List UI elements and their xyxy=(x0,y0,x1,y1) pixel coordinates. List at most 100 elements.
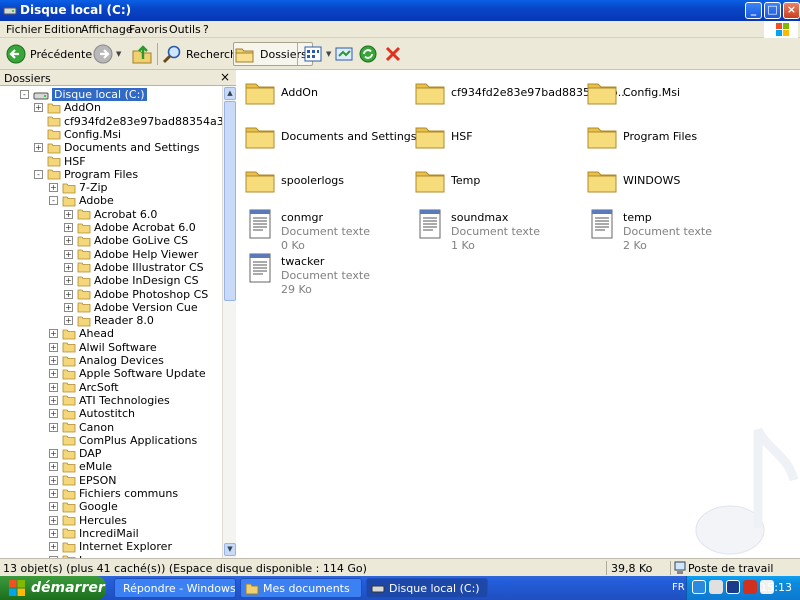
tree-item[interactable]: + Documents and Settings xyxy=(34,141,200,154)
antivirus-icon[interactable] xyxy=(709,580,723,594)
tree-item[interactable]: + Apple Software Update xyxy=(49,367,206,380)
expand-icon[interactable]: + xyxy=(49,356,58,365)
tree-item[interactable]: + Autostitch xyxy=(49,407,135,420)
folder-item[interactable]: HSF xyxy=(414,120,473,152)
tree-item[interactable]: + Reader 8.0 xyxy=(64,314,154,327)
tree-item[interactable]: + Adobe Help Viewer xyxy=(64,248,198,261)
expand-icon[interactable]: + xyxy=(49,382,58,392)
tree-item[interactable]: + Adobe Photoshop CS xyxy=(64,288,208,301)
tree-item[interactable]: + Adobe InDesign CS xyxy=(64,274,199,287)
menu-favoris[interactable]: Favoris xyxy=(129,23,168,36)
expand-icon[interactable]: + xyxy=(49,449,58,459)
tree-item[interactable]: + Adobe Version Cue xyxy=(64,301,198,314)
task-my-documents[interactable]: Mes documents xyxy=(240,578,362,598)
maximize-button[interactable]: □ xyxy=(764,2,781,19)
move-to-button[interactable] xyxy=(334,42,354,66)
folder-item[interactable]: spoolerlogs xyxy=(244,164,344,196)
media-icon[interactable] xyxy=(726,580,740,594)
expand-icon[interactable]: + xyxy=(64,209,73,219)
tree-item[interactable]: + Fichiers communs xyxy=(49,487,178,500)
back-button[interactable]: Précédente ▼ xyxy=(6,42,101,66)
folder-item[interactable]: Documents and Settings xyxy=(244,120,417,152)
tree-item[interactable]: + Canon xyxy=(49,421,114,434)
tree-item[interactable]: + Adobe GoLive CS xyxy=(64,234,188,247)
chevron-down-icon[interactable]: ▼ xyxy=(116,50,121,58)
tree-item[interactable]: + DAP xyxy=(49,447,101,460)
menu-outils[interactable]: Outils xyxy=(169,23,201,36)
expand-icon[interactable]: + xyxy=(49,329,58,339)
folder-tree[interactable]: - Disque local (C:) + AddOn cf934fd2e83e97ba… xyxy=(0,86,222,558)
minimize-button[interactable]: _ xyxy=(745,2,762,19)
tree-item[interactable]: + Hercules xyxy=(49,514,127,527)
menu-affichage[interactable]: Affichage xyxy=(81,23,133,36)
tree-item[interactable]: + AddOn xyxy=(34,101,101,114)
tree-item[interactable]: + ATI Technologies xyxy=(49,394,170,407)
tree-item[interactable]: ComPlus Applications xyxy=(49,434,197,447)
expand-icon[interactable]: + xyxy=(34,103,43,113)
file-item[interactable]: temp Document texte 2 Ko xyxy=(586,208,712,252)
folder-item[interactable]: AddOn xyxy=(244,76,318,108)
tree-item[interactable]: - Adobe xyxy=(49,194,114,207)
expand-icon[interactable]: + xyxy=(49,183,58,193)
folder-item[interactable]: Program Files xyxy=(586,120,697,152)
menu-edition[interactable]: Edition xyxy=(44,23,82,36)
expand-icon[interactable]: + xyxy=(49,515,58,525)
expand-icon[interactable]: + xyxy=(49,422,58,432)
folder-item[interactable]: WINDOWS xyxy=(586,164,680,196)
forward-button[interactable]: ▼ xyxy=(93,42,121,66)
file-item[interactable]: twacker Document texte 29 Ko xyxy=(244,252,370,296)
expand-icon[interactable]: + xyxy=(49,475,58,485)
chevron-down-icon[interactable]: ▼ xyxy=(326,50,331,58)
task-reply-windows[interactable]: e Répondre - Windows ... xyxy=(114,578,236,598)
tree-item[interactable]: Config.Msi xyxy=(34,128,121,141)
expand-icon[interactable]: + xyxy=(64,302,73,312)
collapse-icon[interactable]: - xyxy=(20,90,29,99)
up-folder-button[interactable] xyxy=(131,42,153,66)
collapse-icon[interactable]: - xyxy=(34,169,43,179)
tree-item[interactable]: + Alwil Software xyxy=(49,341,157,354)
delete-button[interactable] xyxy=(383,42,403,66)
tree-item[interactable]: - Disque local (C:) xyxy=(20,88,147,101)
expand-icon[interactable]: + xyxy=(64,236,73,246)
expand-icon[interactable]: + xyxy=(49,462,58,472)
folder-item[interactable]: Temp xyxy=(414,164,480,196)
folder-item[interactable]: Config.Msi xyxy=(586,76,680,108)
expand-icon[interactable]: + xyxy=(49,342,58,352)
tree-item[interactable]: + ArcSoft xyxy=(49,381,119,394)
tree-item[interactable]: + EPSON xyxy=(49,474,116,487)
folders-button[interactable]: Dossiers xyxy=(233,42,313,66)
tree-item[interactable]: + Adobe Acrobat 6.0 xyxy=(64,221,196,234)
tree-item[interactable]: + eMule xyxy=(49,460,112,473)
tree-item[interactable]: + IncrediMail xyxy=(49,527,139,540)
language-indicator[interactable]: FR xyxy=(672,582,685,593)
expand-icon[interactable]: + xyxy=(64,262,73,272)
tree-item[interactable]: cf934fd2e83e97bad88354a3b69d022c xyxy=(34,115,222,128)
tree-item[interactable]: + Ahead xyxy=(49,327,114,340)
expand-icon[interactable]: + xyxy=(49,542,58,552)
expand-icon[interactable]: + xyxy=(49,528,58,538)
tree-item[interactable]: + Internet Explorer xyxy=(49,540,172,553)
tree-item[interactable]: + Google xyxy=(49,500,118,513)
start-button[interactable]: démarrer xyxy=(0,576,106,600)
tree-item[interactable]: + Adobe Illustrator CS xyxy=(64,261,204,274)
views-button[interactable]: ▼ xyxy=(303,42,331,66)
menu-help[interactable]: ? xyxy=(203,23,209,36)
expand-icon[interactable]: + xyxy=(64,289,73,299)
alert-icon[interactable] xyxy=(743,580,757,594)
expand-icon[interactable]: + xyxy=(64,223,73,232)
expand-icon[interactable]: + xyxy=(49,409,58,419)
tree-item[interactable]: + Acrobat 6.0 xyxy=(64,208,157,221)
expand-icon[interactable]: + xyxy=(49,395,58,405)
network-icon[interactable] xyxy=(692,580,706,594)
close-panel-icon[interactable]: × xyxy=(220,70,230,84)
task-local-disk[interactable]: Disque local (C:) xyxy=(366,578,488,598)
expand-icon[interactable]: + xyxy=(64,316,73,326)
close-button[interactable]: × xyxy=(783,2,800,19)
tree-scrollbar[interactable]: ▲ ▼ xyxy=(222,86,236,558)
scroll-down-icon[interactable]: ▼ xyxy=(224,543,236,556)
menu-fichier[interactable]: Fichier xyxy=(6,23,42,36)
collapse-icon[interactable]: - xyxy=(49,196,58,206)
scroll-up-icon[interactable]: ▲ xyxy=(224,87,236,100)
title-bar[interactable]: Disque local (C:) _ □ × xyxy=(0,0,800,21)
scroll-thumb[interactable] xyxy=(224,101,236,301)
